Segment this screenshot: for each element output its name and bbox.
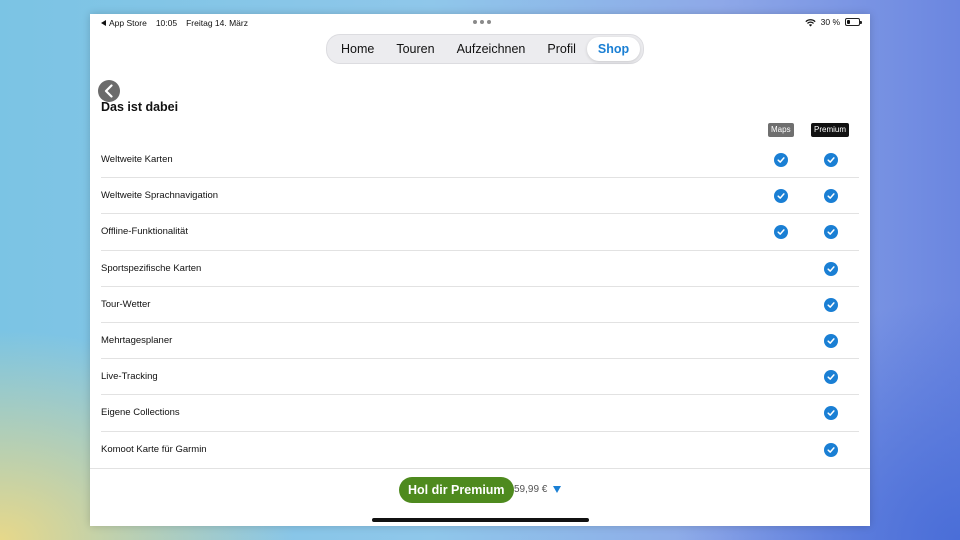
feature-row: Sportspezifische Karten xyxy=(101,251,859,287)
feature-row: Weltweite Sprachnavigation xyxy=(101,178,859,215)
column-header-premium: Premium xyxy=(811,123,850,137)
premium-checkmark-icon xyxy=(824,406,838,421)
premium-checkmark-icon xyxy=(824,261,838,276)
tab-home[interactable]: Home xyxy=(330,37,385,61)
feature-row: Live-Tracking xyxy=(101,359,859,396)
page-title: Das ist dabei xyxy=(101,100,179,114)
feature-label: Mehrtagesplaner xyxy=(101,334,173,346)
maps-checkmark-icon xyxy=(774,225,788,240)
battery-percent: 30 % xyxy=(820,17,840,27)
feature-label: Live-Tracking xyxy=(101,371,158,383)
column-header-maps: Maps xyxy=(768,123,794,137)
home-indicator[interactable] xyxy=(372,518,589,522)
premium-checkmark-icon xyxy=(824,189,838,204)
feature-label: Weltweite Karten xyxy=(101,154,173,165)
feature-label: Weltweite Sprachnavigation xyxy=(101,190,219,202)
feature-label: Komoot Karte für Garmin xyxy=(101,443,207,455)
main-tab-bar: Home Touren Aufzeichnen Profil Shop xyxy=(326,34,645,64)
feature-label: Offline-Funktionalität xyxy=(101,226,188,238)
maps-checkmark-icon xyxy=(774,153,788,167)
app-window: App Store 10:05 Freitag 14. März 30 % Ho… xyxy=(90,14,870,526)
premium-checkmark-icon xyxy=(824,370,838,385)
premium-checkmark-icon xyxy=(824,442,838,457)
status-left: App Store 10:05 Freitag 14. März xyxy=(101,18,248,28)
maps-checkmark-icon xyxy=(774,189,788,204)
tab-shop[interactable]: Shop xyxy=(586,37,641,61)
wifi-icon xyxy=(805,18,816,27)
premium-checkmark-icon xyxy=(824,225,838,240)
multitasking-dots-icon[interactable] xyxy=(473,20,491,24)
tab-profil[interactable]: Profil xyxy=(536,37,586,61)
premium-checkmark-icon xyxy=(824,297,838,312)
feature-row: Mehrtagesplaner xyxy=(101,323,859,360)
chevron-left-icon xyxy=(104,84,113,98)
feature-row: Eigene Collections xyxy=(101,395,859,432)
status-time: 10:05 xyxy=(155,18,178,28)
feature-label: Eigene Collections xyxy=(101,407,180,419)
status-right: 30 % xyxy=(805,17,862,27)
feature-row: Tour-Wetter xyxy=(101,287,859,323)
back-to-app-link[interactable]: App Store xyxy=(101,18,147,28)
status-date: Freitag 14. März xyxy=(186,18,248,28)
battery-icon xyxy=(845,18,862,26)
feature-label: Tour-Wetter xyxy=(101,298,151,310)
feature-row: Komoot Karte für Garmin xyxy=(101,432,859,468)
tab-aufzeichnen[interactable]: Aufzeichnen xyxy=(446,37,537,61)
get-premium-button[interactable]: Hol dir Premium xyxy=(399,477,514,503)
status-bar: App Store 10:05 Freitag 14. März 30 % xyxy=(90,14,870,30)
tab-touren[interactable]: Touren xyxy=(385,37,445,61)
purchase-footer: Hol dir Premium 59,99 € xyxy=(90,468,870,526)
feature-comparison-list: Weltweite Karten Weltweite Sprachnavigati… xyxy=(101,142,859,468)
feature-row: Offline-Funktionalität xyxy=(101,214,859,251)
back-arrow-icon xyxy=(101,20,106,26)
price-label: 59,99 € xyxy=(514,484,548,495)
back-button[interactable] xyxy=(98,80,120,102)
feature-label: Sportspezifische Karten xyxy=(101,262,202,274)
feature-row: Weltweite Karten xyxy=(101,142,859,179)
triangle-down-icon[interactable] xyxy=(553,486,561,493)
back-app-label: App Store xyxy=(109,18,147,28)
premium-checkmark-icon xyxy=(824,333,838,348)
premium-checkmark-icon xyxy=(824,153,838,167)
